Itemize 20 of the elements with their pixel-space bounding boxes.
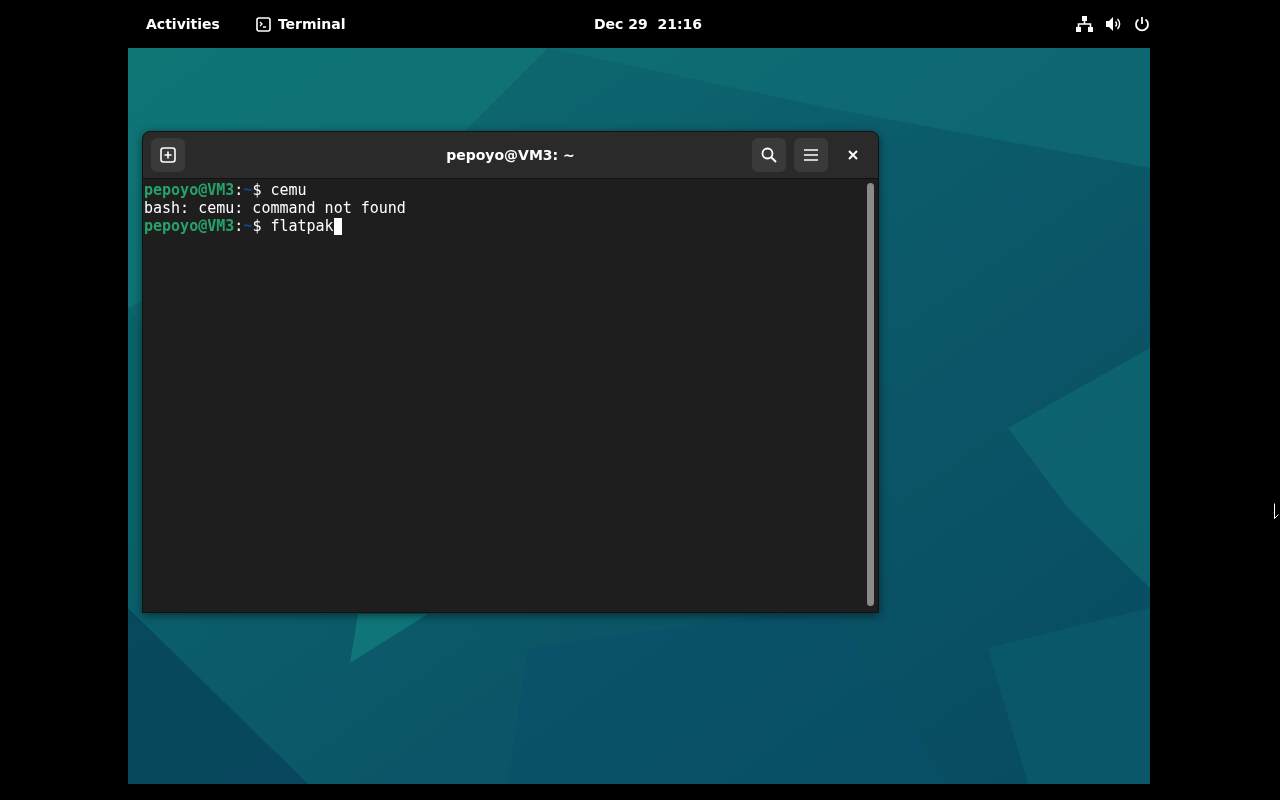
terminal-line: pepoyo@VM3:~$ flatpak bbox=[144, 217, 342, 235]
network-icon[interactable] bbox=[1076, 16, 1093, 32]
power-icon[interactable] bbox=[1134, 16, 1150, 32]
terminal-line: bash: cemu: command not found bbox=[144, 199, 406, 217]
plus-box-icon bbox=[160, 147, 176, 163]
clock[interactable]: Dec 29 21:16 bbox=[593, 16, 703, 32]
volume-icon[interactable] bbox=[1105, 16, 1122, 32]
scrollbar[interactable] bbox=[867, 183, 874, 606]
menu-icon bbox=[804, 149, 818, 161]
search-icon bbox=[761, 147, 777, 163]
terminal-icon bbox=[255, 16, 271, 32]
search-button[interactable] bbox=[752, 138, 786, 172]
new-tab-button[interactable] bbox=[151, 138, 185, 172]
terminal-line: pepoyo@VM3:~$ cemu bbox=[144, 181, 307, 199]
activities-button[interactable]: Activities bbox=[146, 16, 220, 32]
pointer-icon bbox=[1274, 503, 1280, 521]
window-title: pepoyo@VM3: ~ bbox=[446, 147, 575, 163]
menu-button[interactable] bbox=[794, 138, 828, 172]
app-menu[interactable]: Terminal bbox=[255, 16, 346, 32]
close-icon bbox=[848, 150, 858, 160]
